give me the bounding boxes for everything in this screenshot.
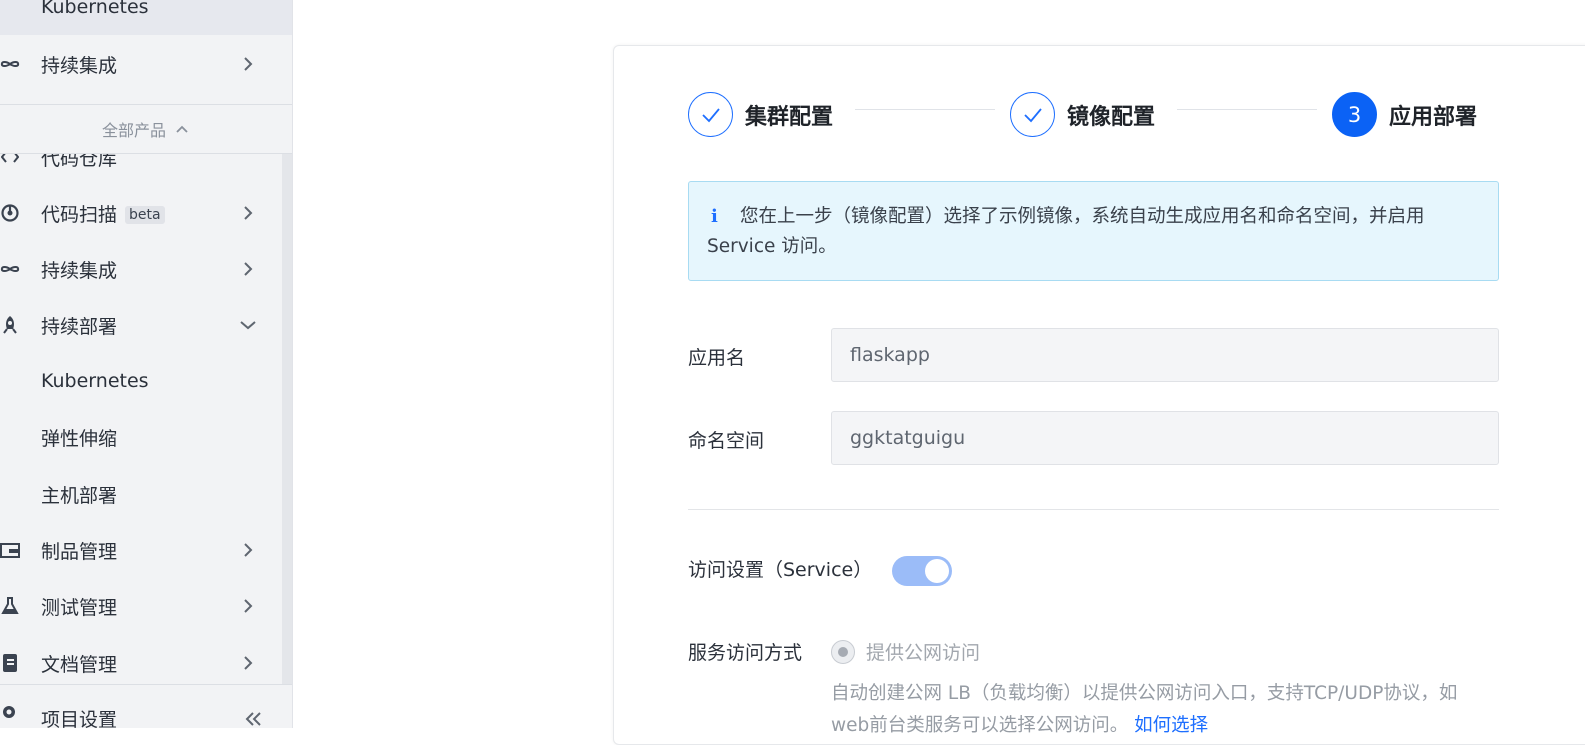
info-text: 您在上一步（镜像配置）选择了示例镜像，系统自动生成应用名和命名空间，并启用 Se…: [707, 206, 1425, 257]
sidebar-item-artifacts[interactable]: 制品管理: [0, 522, 292, 578]
chevron-right-icon: [244, 57, 253, 71]
sidebar-item-label: 持续集成: [41, 259, 118, 282]
sidebar-subitem-kubernetes[interactable]: Kubernetes: [0, 353, 292, 409]
sidebar-item-label: 持续集成: [41, 54, 118, 77]
chevron-right-icon: [244, 206, 253, 220]
check-icon: [688, 92, 733, 137]
step-title: 应用部署: [1389, 104, 1478, 130]
step-connector: [1177, 109, 1317, 110]
sidebar-item-label: Kubernetes: [41, 370, 149, 392]
divider: [688, 509, 1499, 510]
infinity-icon: [0, 259, 20, 279]
sidebar-item-label: 主机部署: [41, 484, 118, 507]
namespace-input[interactable]: ggktatguigu: [831, 411, 1499, 465]
infinity-icon: [0, 54, 20, 74]
sidebar-item-label-wrap: 代码扫描 beta: [41, 200, 165, 227]
toggle-knob: [925, 559, 949, 583]
sidebar-scrollbar[interactable]: [282, 154, 292, 684]
namespace-value: ggktatguigu: [850, 427, 966, 449]
sidebar: Kubernetes 持续集成 全部产品 代码仓库 代码扫描 beta 持续集成…: [0, 0, 293, 728]
sidebar-item-label: 弹性伸缩: [41, 427, 118, 450]
sidebar-top-section: Kubernetes 持续集成: [0, 0, 292, 104]
sidebar-item-ci-top[interactable]: 持续集成: [0, 36, 292, 92]
collapse-icon[interactable]: [243, 709, 263, 728]
app-name-value: flaskapp: [850, 344, 930, 366]
service-setting-label: 访问设置（Service）: [688, 559, 873, 581]
gear-icon: [0, 703, 18, 725]
sidebar-subitem-autoscaling[interactable]: 弹性伸缩: [0, 409, 292, 465]
sidebar-item-kubernetes-top[interactable]: Kubernetes: [0, 0, 292, 35]
sidebar-item-testing[interactable]: 测试管理: [0, 578, 292, 634]
sidebar-item-ci[interactable]: 持续集成: [0, 241, 292, 297]
sidebar-item-code-repo[interactable]: 代码仓库: [0, 154, 292, 185]
service-toggle[interactable]: [892, 556, 952, 586]
test-icon: [0, 596, 20, 616]
step-image-config: 镜像配置: [1010, 92, 1155, 137]
scan-icon: [0, 203, 20, 223]
sidebar-item-cd[interactable]: 持续部署: [0, 297, 292, 353]
chevron-right-icon: [244, 262, 253, 276]
chevron-right-icon: [244, 543, 253, 557]
step-cluster-config: 集群配置: [688, 92, 833, 137]
step-number: 3: [1332, 92, 1377, 137]
sidebar-product-list[interactable]: 代码仓库 代码扫描 beta 持续集成 持续部署 Kubernetes 弹性伸缩…: [0, 154, 292, 684]
sidebar-item-docs[interactable]: 文档管理: [0, 635, 292, 684]
chevron-right-icon: [244, 656, 253, 670]
sidebar-item-label: 代码仓库: [41, 154, 118, 170]
sidebar-item-label: 测试管理: [41, 596, 118, 619]
step-app-deploy: 3 应用部署: [1332, 92, 1477, 137]
all-products-label: 全部产品: [101, 121, 166, 140]
box-icon: [0, 540, 20, 560]
sidebar-item-code-scan[interactable]: 代码扫描 beta: [0, 185, 292, 241]
chevron-right-icon: [244, 599, 253, 613]
app-name-label: 应用名: [688, 347, 746, 369]
access-description: 自动创建公网 LB（负载均衡）以提供公网访问入口，支持TCP/UDP协议，如we…: [831, 678, 1481, 742]
app-name-input[interactable]: flaskapp: [831, 328, 1499, 382]
sidebar-subitem-host-deploy[interactable]: 主机部署: [0, 466, 292, 522]
beta-badge: beta: [125, 205, 165, 224]
step-title: 集群配置: [745, 104, 834, 130]
all-products-toggle[interactable]: 全部产品: [0, 104, 292, 154]
step-title: 镜像配置: [1067, 104, 1156, 130]
project-settings-label: 项目设置: [41, 709, 118, 728]
check-icon: [1010, 92, 1055, 137]
sidebar-item-label: 持续部署: [41, 315, 118, 338]
sidebar-item-label: 制品管理: [41, 540, 118, 563]
sidebar-item-label: 文档管理: [41, 653, 118, 676]
rocket-icon: [0, 315, 20, 335]
code-icon: [0, 154, 20, 167]
namespace-label: 命名空间: [688, 430, 765, 452]
info-banner: i 您在上一步（镜像配置）选择了示例镜像，系统自动生成应用名和命名空间，并启用 …: [688, 181, 1499, 281]
chevron-up-icon: [176, 125, 188, 133]
step-connector: [855, 109, 995, 110]
doc-icon: [0, 653, 20, 673]
public-access-option-label: 提供公网访问: [866, 642, 981, 664]
public-access-radio[interactable]: [831, 640, 855, 664]
chevron-down-icon: [240, 321, 256, 330]
radio-dot: [838, 647, 848, 657]
access-method-label: 服务访问方式: [688, 642, 803, 664]
sidebar-item-label: Kubernetes: [41, 0, 149, 18]
sidebar-item-label: 代码扫描: [41, 203, 118, 226]
how-to-choose-link[interactable]: 如何选择: [1134, 715, 1208, 736]
project-settings[interactable]: 项目设置: [0, 684, 292, 728]
